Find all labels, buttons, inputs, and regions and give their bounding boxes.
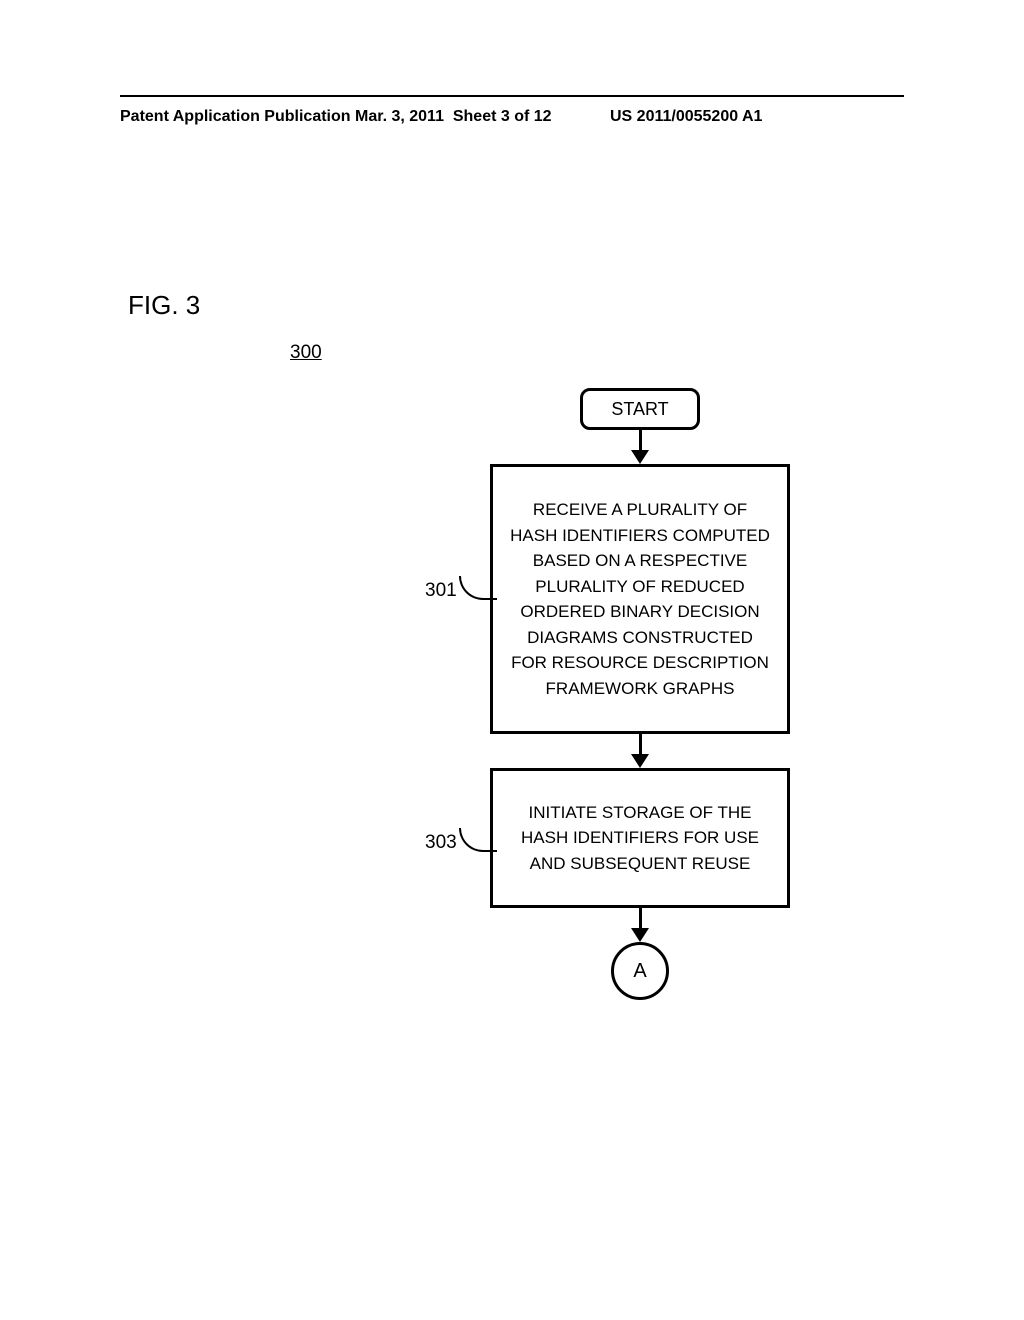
process-text-301: RECEIVE A PLURALITY OF HASH IDENTIFIERS …	[507, 497, 773, 701]
arrow-2	[460, 734, 820, 768]
process-box-303: INITIATE STORAGE OF THE HASH IDENTIFIERS…	[490, 768, 790, 908]
flowchart-container: START RECEIVE A PLURALITY OF HASH IDENTI…	[460, 388, 820, 1000]
connector-label: A	[633, 960, 646, 983]
header-date: Mar. 3, 2011	[355, 108, 444, 125]
connector-a: A	[611, 942, 669, 1000]
arrow-line	[639, 908, 642, 930]
arrow-3	[460, 908, 820, 942]
ref-label-301: 301	[425, 580, 457, 602]
arrow-head-icon	[631, 450, 649, 464]
arrow-head-icon	[631, 754, 649, 768]
header-date-sheet: Mar. 3, 2011 Sheet 3 of 12	[355, 108, 552, 126]
arrow-head-icon	[631, 928, 649, 942]
figure-number: 300	[290, 342, 322, 364]
header-pub-number: US 2011/0055200 A1	[610, 108, 762, 126]
header-publication-type: Patent Application Publication	[120, 108, 351, 126]
ref-label-303: 303	[425, 832, 457, 854]
arrow-line	[639, 430, 642, 452]
figure-label: FIG. 3	[128, 290, 200, 321]
arrow-1	[460, 430, 820, 464]
process-box-301: RECEIVE A PLURALITY OF HASH IDENTIFIERS …	[490, 464, 790, 734]
process-text-303: INITIATE STORAGE OF THE HASH IDENTIFIERS…	[507, 800, 773, 877]
header-sheet: Sheet 3 of 12	[453, 108, 552, 125]
start-terminal: START	[580, 388, 700, 430]
arrow-line	[639, 734, 642, 756]
header-rule	[120, 95, 904, 97]
start-label: START	[611, 399, 668, 420]
